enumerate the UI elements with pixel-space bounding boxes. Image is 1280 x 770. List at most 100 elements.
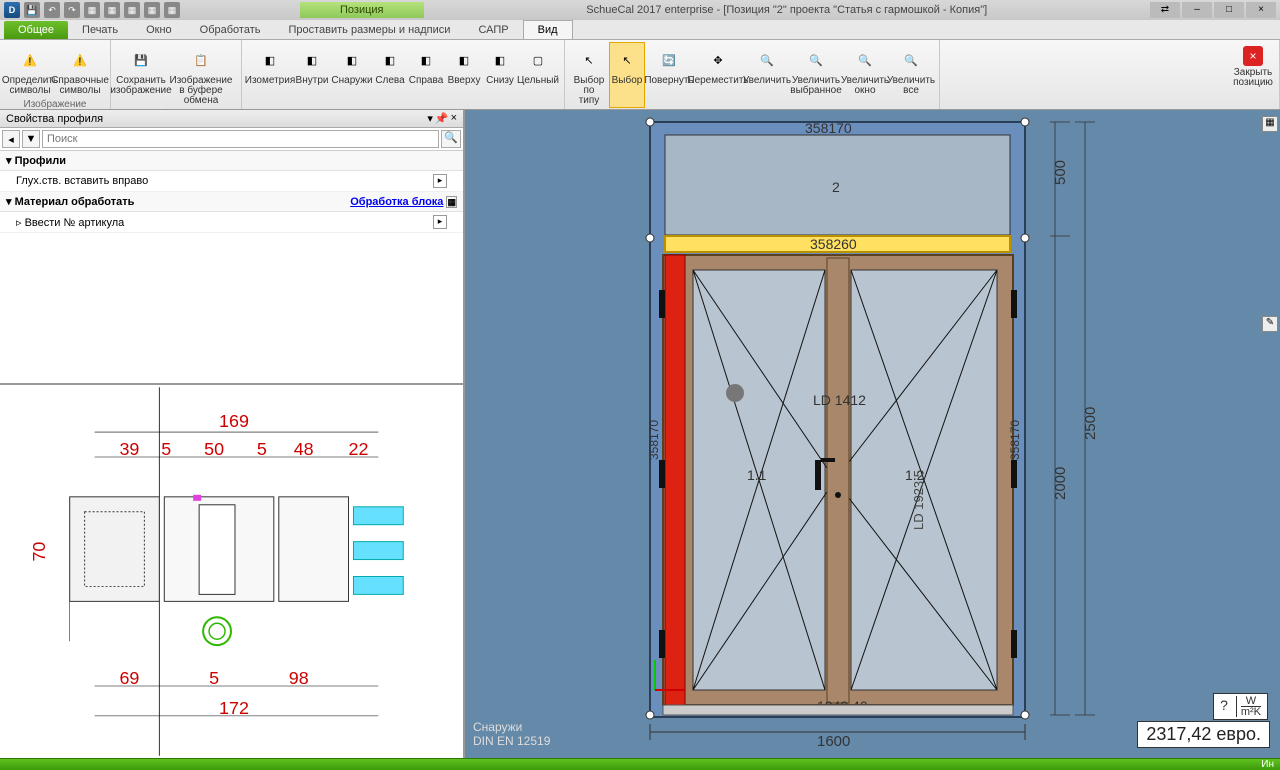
zoom-icon: 🔍 (897, 46, 925, 74)
section-profiles[interactable]: ▾ Профили (0, 151, 463, 171)
search-input[interactable] (42, 130, 439, 148)
tab-cad[interactable]: САПР (464, 21, 522, 39)
minimize-button[interactable]: – (1182, 2, 1212, 18)
tab-file[interactable]: Общее (4, 21, 68, 39)
cube-icon: ◧ (298, 46, 326, 74)
tab-view[interactable]: Вид (523, 20, 573, 39)
back-icon[interactable]: ◂ (2, 130, 20, 148)
top-button[interactable]: ◧Вверху (446, 42, 482, 98)
tab-edit[interactable]: Обработать (186, 21, 275, 39)
qat-icon[interactable]: ▦ (84, 2, 100, 18)
svg-text:LD 1923,5: LD 1923,5 (911, 470, 926, 530)
app-icon[interactable]: D (4, 2, 20, 18)
left-button[interactable]: ◧Слева (374, 42, 406, 98)
move-icon: ✥ (704, 46, 732, 74)
tab-window[interactable]: Окно (132, 21, 186, 39)
ribbon-group-image1: ⚠️ Определить символы ⚠️ Справочные симв… (0, 40, 111, 109)
svg-text:172: 172 (219, 698, 249, 718)
bottom-button[interactable]: ◧Снизу (484, 42, 516, 98)
properties-header: Свойства профиля ▾📌× (0, 110, 463, 128)
qat-icon[interactable]: ▦ (144, 2, 160, 18)
profile-cross-section[interactable]: 169 39 5 50 5 48 22 70 69 5 98 172 (0, 383, 463, 758)
ribbon-group-navigation: ↖Выбор по типу ↖Выбор 🔄Повернуть ✥Переме… (565, 40, 940, 109)
svg-text:5: 5 (209, 668, 219, 688)
pin-icon[interactable]: ▾ (427, 112, 433, 125)
square-icon: ▢ (524, 46, 552, 74)
ribbon-group-close: × Закрыть позицию (1227, 40, 1280, 109)
outside-button[interactable]: ◧Снаружи (332, 42, 372, 98)
inside-button[interactable]: ◧Внутри (294, 42, 330, 98)
block-processing-link[interactable]: Обработка блока (350, 196, 443, 208)
svg-text:69: 69 (119, 668, 139, 688)
reference-symbols-button[interactable]: ⚠️ Справочные символы (56, 42, 104, 98)
tab-dimensions[interactable]: Проставить размеры и надписи (274, 21, 464, 39)
tab-print[interactable]: Печать (68, 21, 132, 39)
isometry-button[interactable]: ◧Изометрия (248, 42, 292, 98)
zoom-selected-button[interactable]: 🔍Увеличить выбранное (791, 42, 841, 108)
move-button[interactable]: ✥Переместить (693, 42, 743, 108)
ribbon: ⚠️ Определить символы ⚠️ Справочные симв… (0, 40, 1280, 110)
select-type-button[interactable]: ↖Выбор по типу (571, 42, 607, 108)
swap-icon[interactable]: ⇄ (1150, 2, 1180, 18)
svg-text:2500: 2500 (1082, 407, 1099, 440)
cube-icon: ◧ (450, 46, 478, 74)
zoom-button[interactable]: 🔍Увеличить (745, 42, 789, 108)
svg-text:39: 39 (119, 439, 139, 459)
vp-tool-icon[interactable]: ✎ (1262, 316, 1278, 332)
clipboard-icon: 📋 (187, 46, 215, 74)
viewport-3d[interactable]: 2 358170 358260 (465, 110, 1280, 758)
redo-icon[interactable]: ↷ (64, 2, 80, 18)
image-clipboard-button[interactable]: 📋 Изображение в буфере обмена (167, 42, 235, 108)
zoom-icon: 🔍 (851, 46, 879, 74)
dim-top-total: 169 (219, 411, 249, 431)
rotate-button[interactable]: 🔄Повернуть (647, 42, 691, 108)
warning-icon: ⚠️ (16, 46, 44, 74)
maximize-button[interactable]: □ (1214, 2, 1244, 18)
svg-text:LD 1412: LD 1412 (813, 392, 866, 408)
window-title: SchueCal 2017 enterprise - [Позиция "2" … (424, 4, 1151, 16)
right-button[interactable]: ◧Справа (408, 42, 444, 98)
whole-button[interactable]: ▢Цельный (518, 42, 558, 98)
save-icon[interactable]: 💾 (24, 2, 40, 18)
prop-row-insert-right[interactable]: Глух.ств. вставить вправо ▸ (0, 171, 463, 192)
vp-tool-icon[interactable]: ▦ (1262, 116, 1278, 132)
status-ins: Ин (1255, 759, 1280, 770)
cube-icon: ◧ (376, 46, 404, 74)
qat-icon[interactable]: ▦ (164, 2, 180, 18)
cube-icon: ◧ (256, 46, 284, 74)
outside-label: Снаружи (473, 720, 522, 734)
zoom-all-button[interactable]: 🔍Увеличить все (889, 42, 933, 108)
close-icon: × (1243, 46, 1263, 66)
svg-text:358170: 358170 (647, 420, 661, 460)
close-button[interactable]: × (1246, 2, 1276, 18)
define-symbols-button[interactable]: ⚠️ Определить символы (6, 42, 54, 98)
close-position-button[interactable]: × Закрыть позицию (1233, 42, 1273, 95)
cube-icon: ◧ (486, 46, 514, 74)
svg-text:5: 5 (161, 439, 171, 459)
quick-access-toolbar: D 💾 ↶ ↷ ▦ ▦ ▦ ▦ ▦ (4, 2, 180, 18)
pin-icon[interactable]: 📌 (435, 112, 449, 125)
zoom-icon: 🔍 (802, 46, 830, 74)
svg-text:22: 22 (348, 439, 368, 459)
u-value-badge: ? W m²K (1213, 693, 1268, 720)
qat-icon[interactable]: ▦ (124, 2, 140, 18)
section-material[interactable]: ▾ Материал обработать Обработка блока ▦ (0, 192, 463, 212)
filter-icon[interactable]: ▼ (22, 130, 40, 148)
zoom-window-button[interactable]: 🔍Увеличить окно (843, 42, 887, 108)
qat-icon[interactable]: ▦ (104, 2, 120, 18)
price-label: 2317,42 евро. (1137, 721, 1270, 748)
save-image-button[interactable]: 💾 Сохранить изображение (117, 42, 165, 108)
arrow-right-icon[interactable]: ▸ (433, 215, 447, 229)
close-panel-icon[interactable]: × (451, 112, 457, 125)
svg-text:500: 500 (1052, 160, 1069, 185)
window-controls: ⇄ – □ × (1150, 2, 1276, 18)
arrow-right-icon[interactable]: ▸ (433, 174, 447, 188)
standard-label: DIN EN 12519 (473, 734, 550, 748)
undo-icon[interactable]: ↶ (44, 2, 60, 18)
search-button[interactable]: 🔍 (441, 130, 461, 148)
svg-text:358170: 358170 (1008, 420, 1022, 460)
block-icon[interactable]: ▦ (446, 196, 457, 208)
prop-row-article[interactable]: ▹ Ввести № артикула ▸ (0, 212, 463, 233)
cursor-icon: ↖ (575, 46, 603, 74)
select-button[interactable]: ↖Выбор (609, 42, 645, 108)
